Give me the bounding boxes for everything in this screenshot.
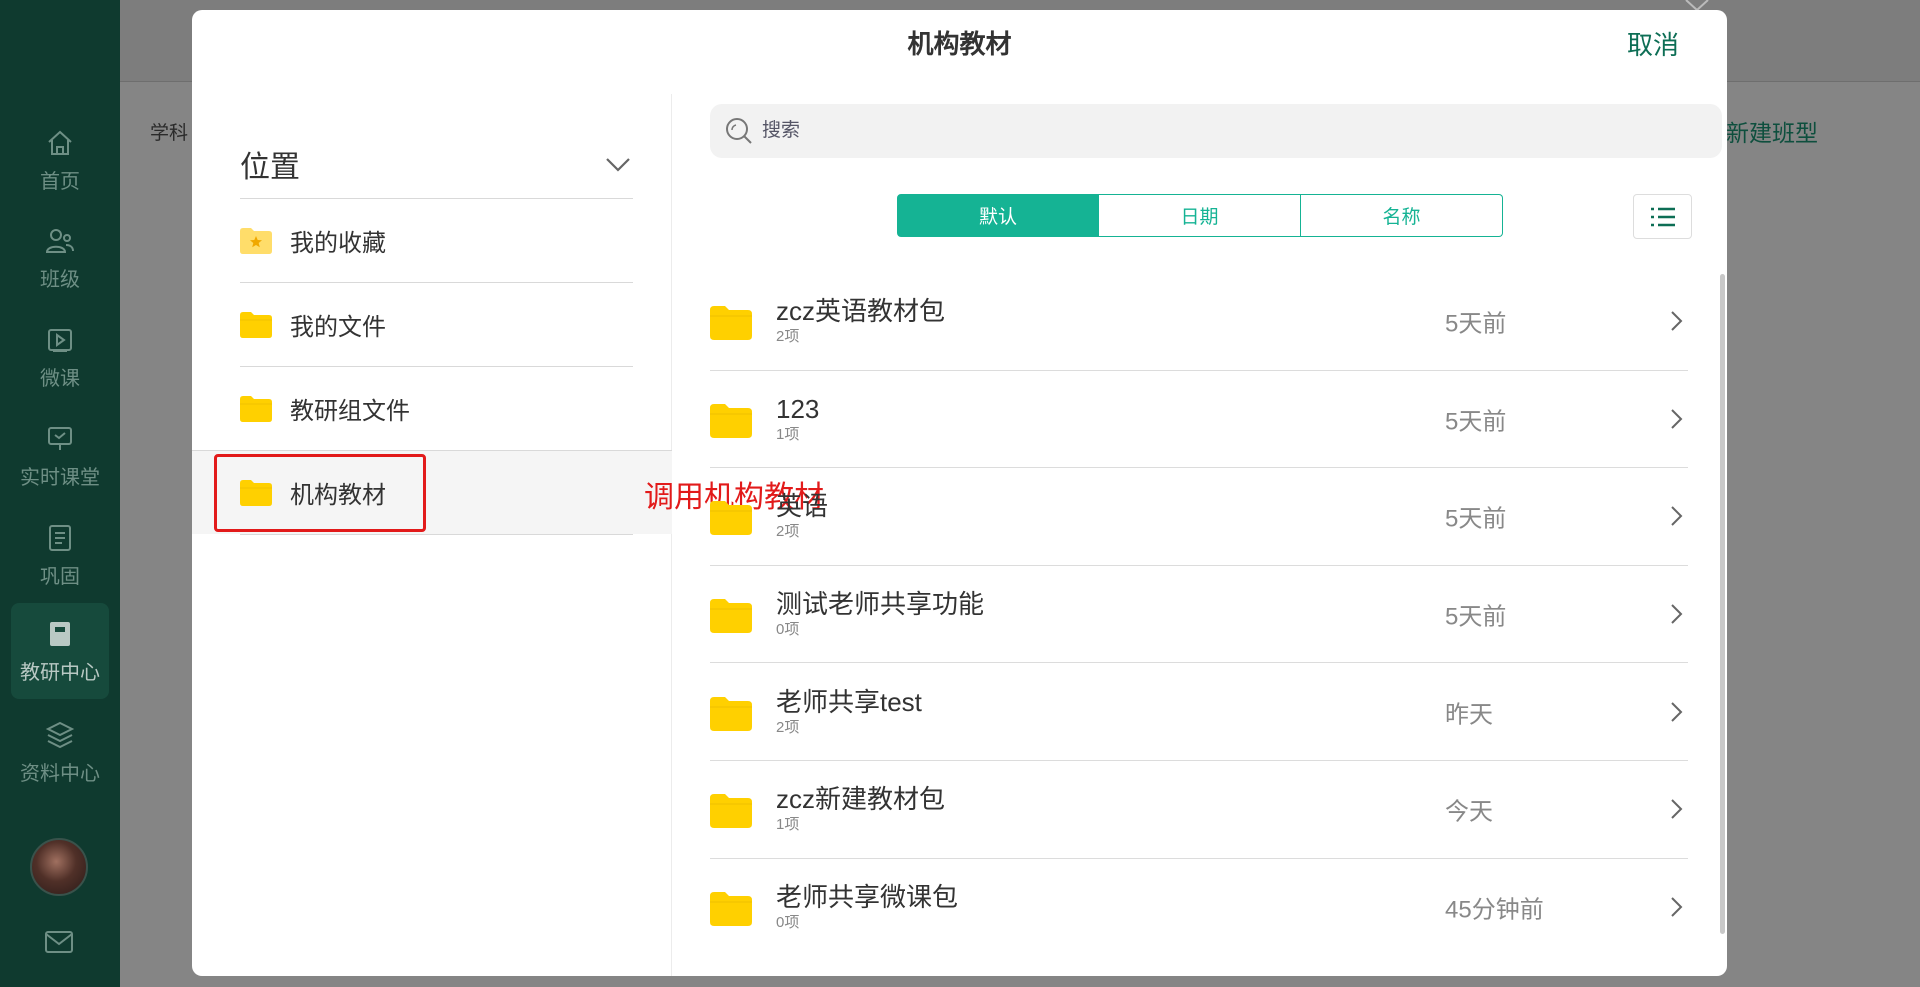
location-item-my-files[interactable]: 我的文件 [240, 282, 633, 366]
chevron-right-icon [1671, 506, 1683, 527]
location-item-label: 我的文件 [290, 314, 386, 341]
file-count: 2项 [776, 328, 800, 346]
location-item-favorites[interactable]: 我的收藏 [240, 198, 633, 282]
folder-icon [710, 501, 752, 536]
chevron-right-icon [1671, 409, 1683, 429]
list-view-button[interactable] [1633, 194, 1692, 239]
file-count: 0项 [776, 621, 800, 639]
list-item[interactable]: zcz新建教材包 1项 今天 [710, 761, 1688, 859]
sidebar-item-label: 资料中心 [20, 762, 100, 785]
avatar[interactable] [30, 838, 88, 896]
search-icon [726, 118, 752, 144]
book-icon [50, 621, 70, 646]
background-subject-label: 学科 [150, 123, 189, 144]
folder-icon [710, 892, 752, 927]
sidebar-item-label: 巩固 [40, 565, 80, 588]
chevron-right-icon [1671, 604, 1683, 624]
file-name: 英语 [776, 491, 829, 522]
users-icon [45, 228, 74, 253]
modal-title: 机构教材 [907, 29, 1012, 59]
sidebar-item-label: 实时课堂 [20, 466, 100, 489]
location-panel: 位置 我的收藏 我的文件 教研组文件 机构教材 [192, 94, 672, 976]
file-count: 2项 [776, 718, 800, 736]
layers-icon [45, 721, 75, 748]
file-date: 5天前 [1445, 310, 1507, 338]
scrollbar[interactable] [1720, 274, 1725, 934]
sidebar-item-class[interactable]: 班级 [11, 210, 109, 306]
location-label: 位置 [240, 151, 300, 184]
sort-option-date[interactable]: 日期 [1099, 194, 1301, 237]
file-name: zcz新建教材包 [776, 784, 946, 815]
folder-icon [710, 794, 752, 829]
sidebar-item-research-center[interactable]: 教研中心 [11, 603, 109, 699]
folder-icon [240, 395, 272, 422]
presentation-icon [48, 426, 72, 450]
file-date: 45分钟前 [1445, 896, 1544, 924]
file-list: zcz英语教材包 2项 5天前 123 1项 5天前 英语 2项 5天前 测试老师共享… [710, 273, 1688, 956]
sidebar-item-label: 微课 [40, 367, 80, 390]
sidebar: 首页 班级 微课 实时课堂 巩固 教研中心 资料中心 [0, 0, 120, 987]
list-item[interactable]: 老师共享test 2项 昨天 [710, 663, 1688, 761]
chevron-right-icon [1671, 701, 1683, 722]
home-icon [48, 130, 72, 155]
file-name: zcz英语教材包 [776, 296, 946, 327]
list-icon [49, 524, 71, 551]
sidebar-item-home[interactable]: 首页 [11, 112, 109, 208]
file-panel: 默认 日期 名称 zcz英语教材包2项 5天前 1231项 5天前 英语2项 [673, 94, 1727, 976]
sort-segmented-control: 默认 日期 名称 [897, 194, 1503, 237]
sidebar-item-label: 班级 [40, 268, 80, 291]
list-view-icon [1650, 207, 1675, 226]
sidebar-item-practice[interactable]: 巩固 [11, 507, 109, 603]
location-header[interactable]: 位置 [240, 132, 633, 196]
sidebar-item-microlesson[interactable]: 微课 [11, 309, 109, 405]
list-item[interactable]: zcz英语教材包 2项 5天前 [710, 273, 1688, 371]
file-date: 昨天 [1445, 701, 1493, 729]
folder-icon [240, 311, 272, 338]
sort-option-default[interactable]: 默认 [897, 194, 1099, 237]
chevron-right-icon [1671, 799, 1683, 819]
annotation-highlight-box [214, 454, 426, 532]
background-new-class-type-link: 新建班型 [1726, 120, 1818, 146]
folder-icon [710, 696, 752, 731]
file-date: 5天前 [1445, 408, 1507, 436]
file-date: 5天前 [1445, 603, 1507, 631]
file-count: 0项 [776, 914, 800, 932]
file-name: 123 [776, 393, 820, 424]
folder-icon [710, 599, 752, 634]
folder-icon [710, 403, 752, 438]
location-item-research-group[interactable]: 教研组文件 [240, 366, 633, 450]
cancel-button[interactable]: 取消 [1627, 25, 1679, 62]
location-item-label: 教研组文件 [290, 398, 410, 425]
file-name: 老师共享test [776, 686, 922, 717]
sidebar-item-resources[interactable]: 资料中心 [11, 704, 109, 800]
video-icon [48, 328, 72, 352]
search-input[interactable] [762, 120, 1662, 142]
sidebar-item-label: 首页 [40, 170, 80, 193]
file-count: 2项 [776, 523, 800, 541]
file-name: 测试老师共享功能 [776, 589, 985, 620]
list-item[interactable]: 测试老师共享功能 0项 5天前 [710, 566, 1688, 664]
file-count: 1项 [776, 425, 800, 443]
list-item[interactable]: 老师共享微课包 0项 45分钟前 [710, 859, 1688, 957]
list-item[interactable]: 英语 2项 5天前 [710, 468, 1688, 566]
mail-icon[interactable] [43, 926, 75, 958]
textbook-picker-modal: 机构教材 取消 位置 我的收藏 我的文件 教研组文件 机构教材 调用机构教材 搜… [192, 10, 1727, 976]
file-name: 老师共享微课包 [776, 882, 959, 913]
sort-option-name[interactable]: 名称 [1301, 194, 1503, 237]
file-count: 1项 [776, 816, 800, 834]
sidebar-item-label: 教研中心 [20, 661, 100, 684]
location-item-label: 我的收藏 [290, 230, 386, 257]
chevron-right-icon [1671, 897, 1683, 918]
sidebar-item-live-class[interactable]: 实时课堂 [11, 408, 109, 504]
star-folder-icon [240, 227, 272, 254]
chevron-right-icon [1671, 311, 1683, 332]
search-bar[interactable] [710, 104, 1722, 158]
file-date: 5天前 [1445, 505, 1507, 533]
chevron-down-icon [606, 158, 630, 172]
list-item[interactable]: 123 1项 5天前 [710, 371, 1688, 469]
file-date: 今天 [1445, 798, 1493, 826]
folder-icon [710, 306, 752, 341]
